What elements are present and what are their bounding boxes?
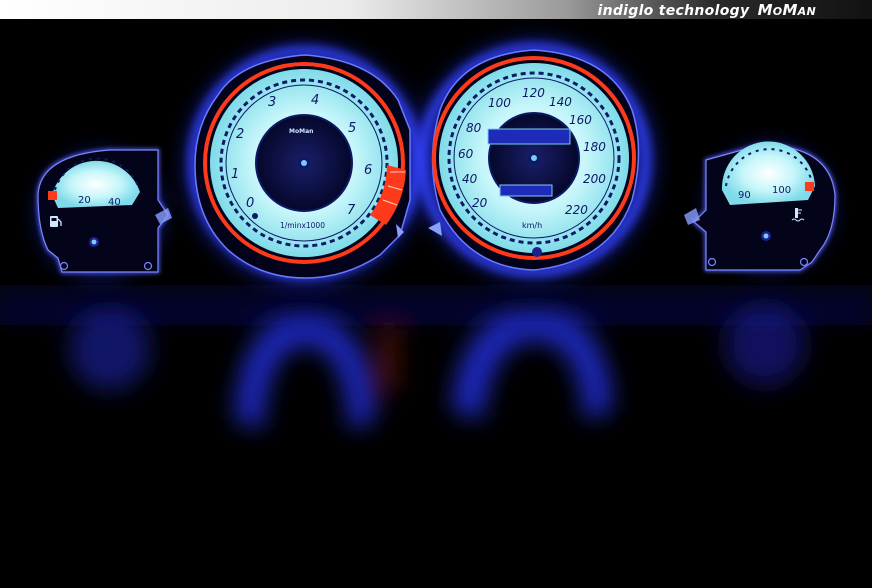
speed-label-20: 20: [472, 196, 488, 210]
speed-unit: km/h: [522, 221, 542, 230]
speed-label-200: 200: [583, 172, 606, 186]
fuel-gauge: 20 40: [36, 148, 172, 274]
temp-label-90: 90: [738, 190, 751, 201]
tacho-label-1: 1: [231, 167, 239, 182]
tacho-brand: MoMan: [289, 128, 313, 135]
fuel-label-40: 40: [108, 197, 121, 208]
speed-label-140: 140: [549, 95, 572, 109]
tacho-label-7: 7: [347, 203, 356, 218]
tacho-label-5: 5: [348, 121, 356, 136]
speed-label-180: 180: [583, 140, 606, 154]
banner-brand: MoMan: [757, 1, 816, 19]
tacho-label-3: 3: [268, 95, 276, 110]
temp-label-100: 100: [772, 185, 791, 196]
top-banner: indiglo technology MoMan: [0, 0, 872, 19]
fuel-label-20: 20: [78, 195, 91, 206]
speedometer: 20 40 60 80 100 120 140 160 180 200 220 …: [418, 44, 650, 276]
tachometer: MoMan 0 1 2 3 4 5 6 7 1/minx1000: [189, 47, 421, 279]
instrument-cluster-photo: 20 40 MoMan 0 1 2 3 4 5 6 7 1/minx1000 2…: [0, 19, 872, 588]
banner-caption: indiglo technology MoMan: [597, 1, 816, 19]
tacho-label-6: 6: [364, 163, 372, 178]
speed-label-220: 220: [565, 203, 588, 217]
speed-label-40: 40: [462, 172, 478, 186]
tacho-label-2: 2: [236, 127, 244, 142]
speed-label-160: 160: [569, 113, 592, 127]
speed-label-60: 60: [458, 147, 474, 161]
temperature-gauge: 90 100: [684, 141, 837, 272]
speed-label-120: 120: [522, 86, 545, 100]
speed-label-80: 80: [466, 121, 482, 135]
tacho-label-4: 4: [311, 93, 319, 108]
speed-label-100: 100: [488, 96, 511, 110]
banner-text: indiglo technology: [597, 3, 750, 19]
tacho-unit: 1/minx1000: [280, 221, 325, 230]
tacho-label-0: 0: [246, 196, 254, 211]
